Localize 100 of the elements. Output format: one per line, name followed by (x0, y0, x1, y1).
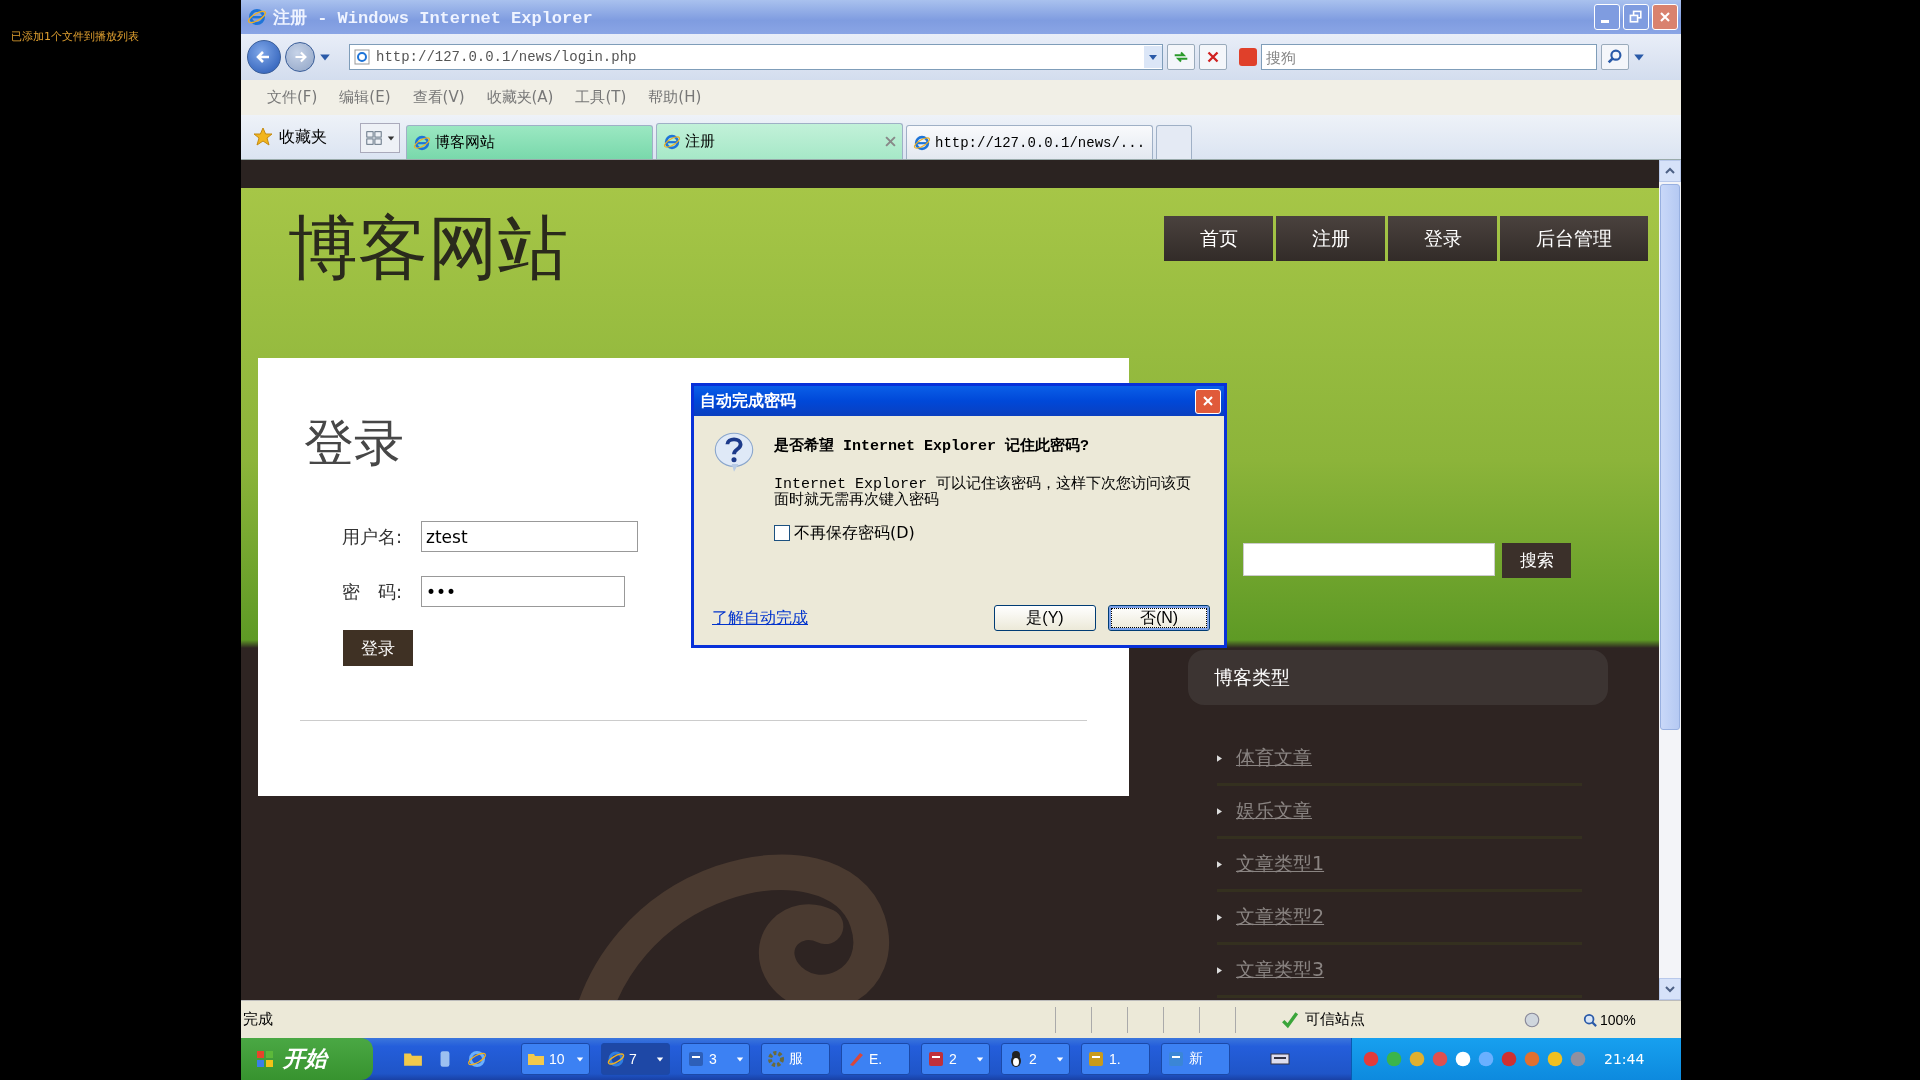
new-tab-button[interactable] (1156, 125, 1192, 159)
clock: 21:44 (1604, 1051, 1645, 1067)
browser-icon (607, 1050, 625, 1068)
dialog-button[interactable]: 否(N) (1108, 605, 1210, 631)
nav-link[interactable]: 后台管理 (1500, 216, 1648, 261)
dialog-button[interactable]: 是(Y) (994, 605, 1096, 631)
category-link[interactable]: 文章类型2 (1236, 904, 1325, 930)
browser-icon (247, 7, 267, 27)
refresh-button[interactable] (1167, 44, 1195, 70)
password-field[interactable]: ••• (421, 576, 625, 607)
help-link[interactable]: 了解自动完成 (712, 607, 808, 629)
window-title: 注册 - Windows Internet Explorer (273, 7, 593, 29)
category-link[interactable]: 体育文章 (1236, 745, 1312, 771)
menu-item[interactable]: 工具(T) (575, 88, 627, 107)
scroll-down-button[interactable] (1659, 978, 1681, 1000)
logo-icon (1239, 48, 1257, 66)
tray-icon[interactable] (1362, 1050, 1380, 1068)
browser-icon[interactable] (467, 1049, 487, 1069)
category-link[interactable]: 文章类型3 (1236, 957, 1325, 983)
dropdown-button[interactable] (1144, 46, 1162, 68)
taskbar-button[interactable]: E. (841, 1043, 910, 1075)
tray-icon[interactable] (1546, 1050, 1564, 1068)
status-text: 完成 (243, 1010, 274, 1029)
keyboard-icon[interactable] (1270, 1051, 1290, 1067)
nav-link[interactable]: 首页 (1164, 216, 1273, 261)
search-field[interactable]: 搜狗 (1261, 44, 1597, 70)
bullet-icon (1217, 966, 1222, 974)
close-button[interactable] (1195, 388, 1221, 414)
menu-item[interactable]: 查看(V) (412, 88, 465, 107)
dialog-question: 是否希望 Internet Explorer 记住此密码? (774, 436, 1090, 455)
favorites-button[interactable]: 收藏夹 (249, 119, 331, 155)
username-field[interactable]: ztest (421, 521, 638, 552)
notification-text: 已添加1个文件到播放列表 (11, 29, 139, 44)
menu-item[interactable]: 文件(F) (267, 88, 318, 107)
taskbar-button[interactable]: 2 (921, 1043, 990, 1075)
back-button[interactable] (247, 40, 281, 74)
taskbar-button[interactable]: 1. (1081, 1043, 1150, 1075)
browser-tab[interactable]: 注册 (656, 123, 903, 159)
search-button[interactable]: 搜索 (1502, 543, 1571, 578)
nav-link[interactable]: 登录 (1388, 216, 1497, 261)
menu-item[interactable]: 编辑(E) (339, 88, 391, 107)
sidebar-title: 博客类型 (1214, 664, 1290, 690)
minimize-icon (1601, 19, 1609, 23)
restore-button[interactable] (1623, 4, 1649, 30)
checkbox-label[interactable]: 不再保存密码(D) (794, 522, 915, 544)
bullet-icon (1217, 807, 1222, 815)
stop-button[interactable] (1199, 44, 1227, 70)
bullet-icon (1217, 913, 1222, 921)
browser-icon (413, 133, 431, 152)
field-label: 用户名: (342, 524, 404, 549)
login-heading: 登录 (304, 416, 404, 471)
minimize-button[interactable] (1594, 4, 1620, 30)
forward-button[interactable] (285, 42, 315, 72)
address-field[interactable]: http://127.0.0.1/news/login.php (349, 44, 1163, 70)
caret-icon (656, 1055, 664, 1063)
start-button[interactable]: 开始 (241, 1038, 373, 1080)
search-button[interactable] (1601, 44, 1629, 70)
tray-icon[interactable] (1454, 1050, 1472, 1068)
caret-icon (576, 1055, 584, 1063)
taskbar-button[interactable]: 3 (681, 1043, 750, 1075)
scrollbar-thumb[interactable] (1660, 184, 1680, 730)
taskbar-button[interactable]: 10 (521, 1043, 590, 1075)
question-icon (712, 430, 756, 474)
category-link[interactable]: 文章类型1 (1236, 851, 1325, 877)
close-icon[interactable] (885, 136, 896, 147)
browser-icon (663, 132, 681, 151)
menu-item[interactable]: 收藏夹(A) (486, 88, 554, 107)
tray-icon[interactable] (1408, 1050, 1426, 1068)
gear-icon (767, 1050, 785, 1068)
close-button[interactable] (1652, 4, 1678, 30)
tray-icon[interactable] (1500, 1050, 1518, 1068)
taskbar-button[interactable]: 服 (761, 1043, 830, 1075)
login-button[interactable]: 登录 (343, 630, 413, 666)
caret-icon (976, 1055, 984, 1063)
magnifier-icon (1583, 1012, 1597, 1027)
taskbar-button[interactable]: 新 (1161, 1043, 1230, 1075)
browser-tab[interactable]: http://127.0.0.1/news/... (906, 125, 1153, 159)
nav-link[interactable]: 注册 (1276, 216, 1385, 261)
caret-icon (387, 134, 395, 142)
caret-icon (736, 1055, 744, 1063)
taskbar-button[interactable]: 2 (1001, 1043, 1070, 1075)
check-icon (1281, 1010, 1299, 1029)
scroll-up-button[interactable] (1659, 160, 1681, 182)
taskbar-button[interactable]: 7 (601, 1043, 670, 1075)
search-field[interactable] (1243, 543, 1495, 576)
caret-icon (1148, 52, 1158, 62)
browser-tab[interactable]: 博客网站 (406, 125, 653, 159)
star-icon (253, 127, 273, 147)
zoom-button[interactable]: 100% (1577, 1010, 1642, 1029)
browser-icon (913, 133, 931, 152)
caret-icon (1056, 1055, 1064, 1063)
quick-tabs-button[interactable] (360, 123, 400, 153)
menu-item[interactable]: 帮助(H) (648, 88, 702, 107)
security-zone: 可信站点 (1305, 1010, 1366, 1029)
checkbox[interactable] (774, 525, 790, 541)
chevron-up-icon (1665, 166, 1675, 176)
grid-icon (365, 129, 383, 147)
restore-icon (1628, 9, 1644, 25)
dialog-message: Internet Explorer 可以记住该密码，这样下次您访问该页面时就无需再次键入密码 (774, 477, 1193, 509)
category-link[interactable]: 娱乐文章 (1236, 798, 1312, 824)
